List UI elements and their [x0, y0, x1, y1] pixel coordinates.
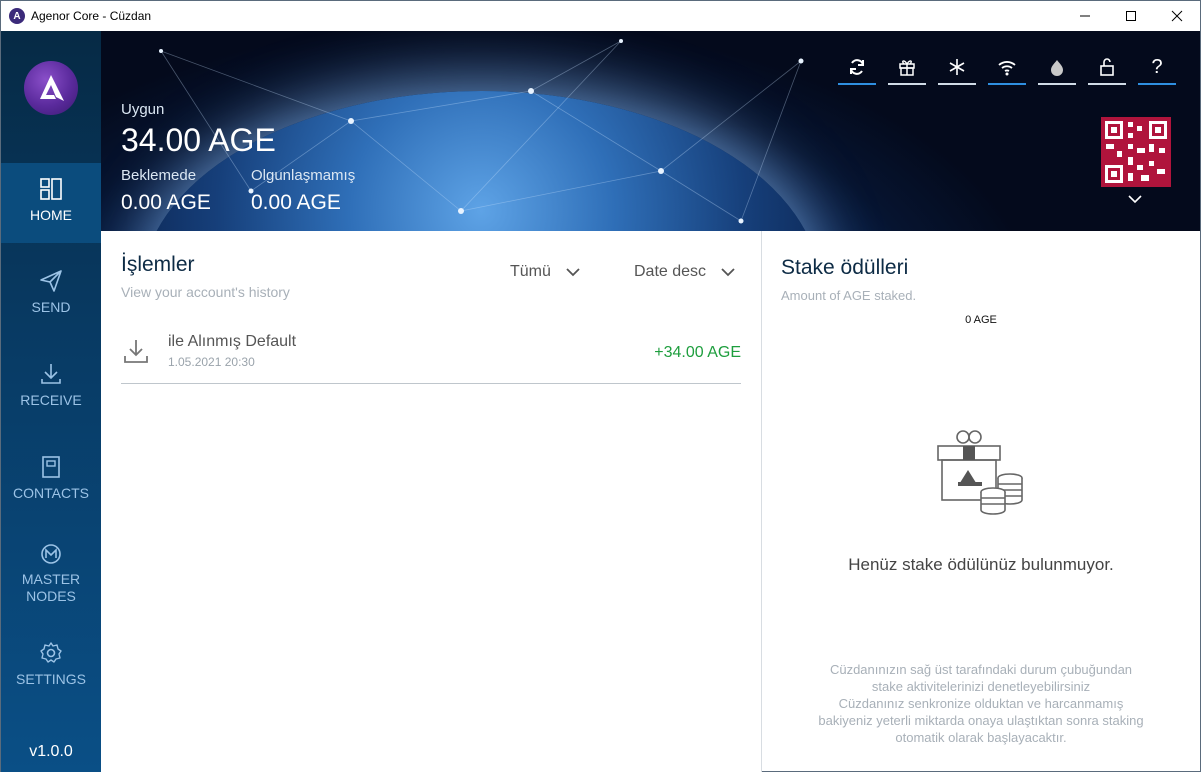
settings-gear-icon	[40, 642, 62, 663]
stake-info-text: Cüzdanınızın sağ üst tarafındaki durum ç…	[802, 661, 1160, 746]
lock-status-button[interactable]	[1088, 51, 1126, 85]
receive-download-icon	[41, 364, 61, 384]
window-controls	[1062, 1, 1200, 31]
close-icon	[1171, 10, 1183, 22]
sidebar-item-settings[interactable]: SETTINGS	[1, 641, 101, 721]
qr-code-button[interactable]	[1101, 117, 1171, 187]
close-button[interactable]	[1154, 1, 1200, 31]
gift-coins-illustration-icon	[937, 430, 1023, 515]
stake-info-line: Cüzdanınızın sağ üst tarafındaki durum ç…	[829, 662, 1133, 677]
transaction-amount: +34.00 AGE	[654, 344, 741, 361]
stake-info-line: Cüzdanınız senkronize olduktan ve harcan…	[838, 696, 1124, 711]
sidebar: HOME SEND RECEIVE CONTACTS MASTER NODES …	[1, 31, 101, 772]
balance-header: Uygun 34.00 AGE Beklemede 0.00 AGE Olgun…	[101, 31, 1200, 231]
agenor-logo	[24, 61, 78, 115]
transaction-row[interactable]: ile Alınmış Default 1.05.2021 20:30 +34.…	[121, 326, 741, 384]
minimize-button[interactable]	[1062, 1, 1108, 31]
status-toolbar: ?	[838, 51, 1176, 85]
network-status-button[interactable]	[988, 51, 1026, 85]
available-label: Uygun	[121, 101, 165, 118]
help-button[interactable]: ?	[1138, 51, 1176, 85]
qr-code-icon	[1101, 117, 1171, 187]
gift-button[interactable]	[888, 51, 926, 85]
transaction-date: 1.05.2021 20:30	[168, 355, 255, 369]
transactions-subtitle: View your account's history	[121, 284, 290, 300]
title-bar: A Agenor Core - Cüzdan	[1, 1, 1200, 31]
sidebar-item-label: SEND	[31, 299, 71, 315]
pending-label: Beklemede	[121, 167, 197, 184]
chevron-down-icon	[721, 268, 735, 277]
sidebar-item-masternodes[interactable]: MASTER NODES	[1, 541, 101, 631]
sidebar-item-receive[interactable]: RECEIVE	[1, 362, 101, 442]
maximize-button[interactable]	[1108, 1, 1154, 31]
send-paper-plane-icon	[40, 270, 62, 292]
type-filter-dropdown[interactable]: Tümü	[510, 263, 581, 281]
app-window: A Agenor Core - Cüzdan HOME SEND RECEIVE…	[0, 0, 1201, 772]
maximize-icon	[1126, 11, 1136, 21]
type-filter-value: Tümü	[510, 263, 551, 280]
immature-balance: 0.00 AGE	[251, 191, 341, 214]
available-balance: 34.00 AGE	[121, 122, 276, 158]
stake-empty-message: Henüz stake ödülünüz bulunmuyor.	[848, 555, 1114, 574]
transactions-panel: İşlemler View your account's history Tüm…	[101, 231, 761, 772]
sidebar-item-send[interactable]: SEND	[1, 269, 101, 349]
minimize-icon	[1080, 15, 1090, 17]
sidebar-item-label: MASTER NODES	[21, 571, 81, 604]
help-icon: ?	[1151, 55, 1163, 78]
stake-title: Stake ödülleri	[781, 256, 909, 279]
sidebar-item-contacts[interactable]: CONTACTS	[1, 455, 101, 535]
received-download-icon	[124, 340, 148, 363]
home-grid-icon	[40, 178, 62, 200]
sort-dropdown[interactable]: Date desc	[634, 263, 736, 281]
window-title: Agenor Core - Cüzdan	[31, 9, 152, 23]
stake-amount: 0 AGE	[965, 314, 997, 326]
snowflake-icon	[949, 59, 965, 75]
staking-status-button[interactable]	[938, 51, 976, 85]
masternodes-icon	[41, 544, 61, 564]
stake-info-line: bakiyeniz yeterli miktarda onaya ulaştık…	[818, 713, 1144, 728]
sidebar-item-label: SETTINGS	[15, 671, 86, 687]
stake-subtitle: Amount of AGE staked.	[781, 288, 917, 303]
transaction-title: ile Alınmış Default	[168, 333, 297, 350]
sidebar-item-label: RECEIVE	[20, 392, 82, 408]
tor-onion-icon	[1051, 60, 1063, 76]
pending-balance: 0.00 AGE	[121, 191, 211, 214]
chevron-down-icon	[1128, 195, 1142, 204]
sidebar-item-home[interactable]: HOME	[1, 163, 101, 243]
unlock-icon	[1100, 58, 1114, 76]
qr-expand-button[interactable]	[1127, 191, 1143, 209]
immature-label: Olgunlaşmamış	[251, 167, 356, 184]
contacts-book-icon	[42, 456, 60, 478]
sync-button[interactable]	[838, 51, 876, 85]
chevron-down-icon	[566, 268, 580, 277]
stake-info-line: otomatik olarak başlayacaktır.	[895, 730, 1067, 745]
sort-value: Date desc	[634, 263, 707, 280]
transactions-title: İşlemler	[121, 253, 195, 276]
stake-rewards-panel: Stake ödülleri Amount of AGE staked. 0 A…	[762, 231, 1200, 772]
app-version: v1.0.0	[29, 743, 73, 760]
sync-icon	[850, 59, 864, 75]
stake-info-line: stake aktivitelerinizi denetleyebilirsin…	[871, 679, 1091, 694]
sidebar-item-label: HOME	[30, 207, 72, 223]
app-icon: A	[9, 8, 25, 24]
tor-status-button[interactable]	[1038, 51, 1076, 85]
sidebar-item-label: CONTACTS	[13, 485, 89, 501]
agenor-logo-icon	[40, 75, 64, 101]
wifi-icon	[998, 61, 1016, 76]
gift-icon	[899, 60, 915, 76]
